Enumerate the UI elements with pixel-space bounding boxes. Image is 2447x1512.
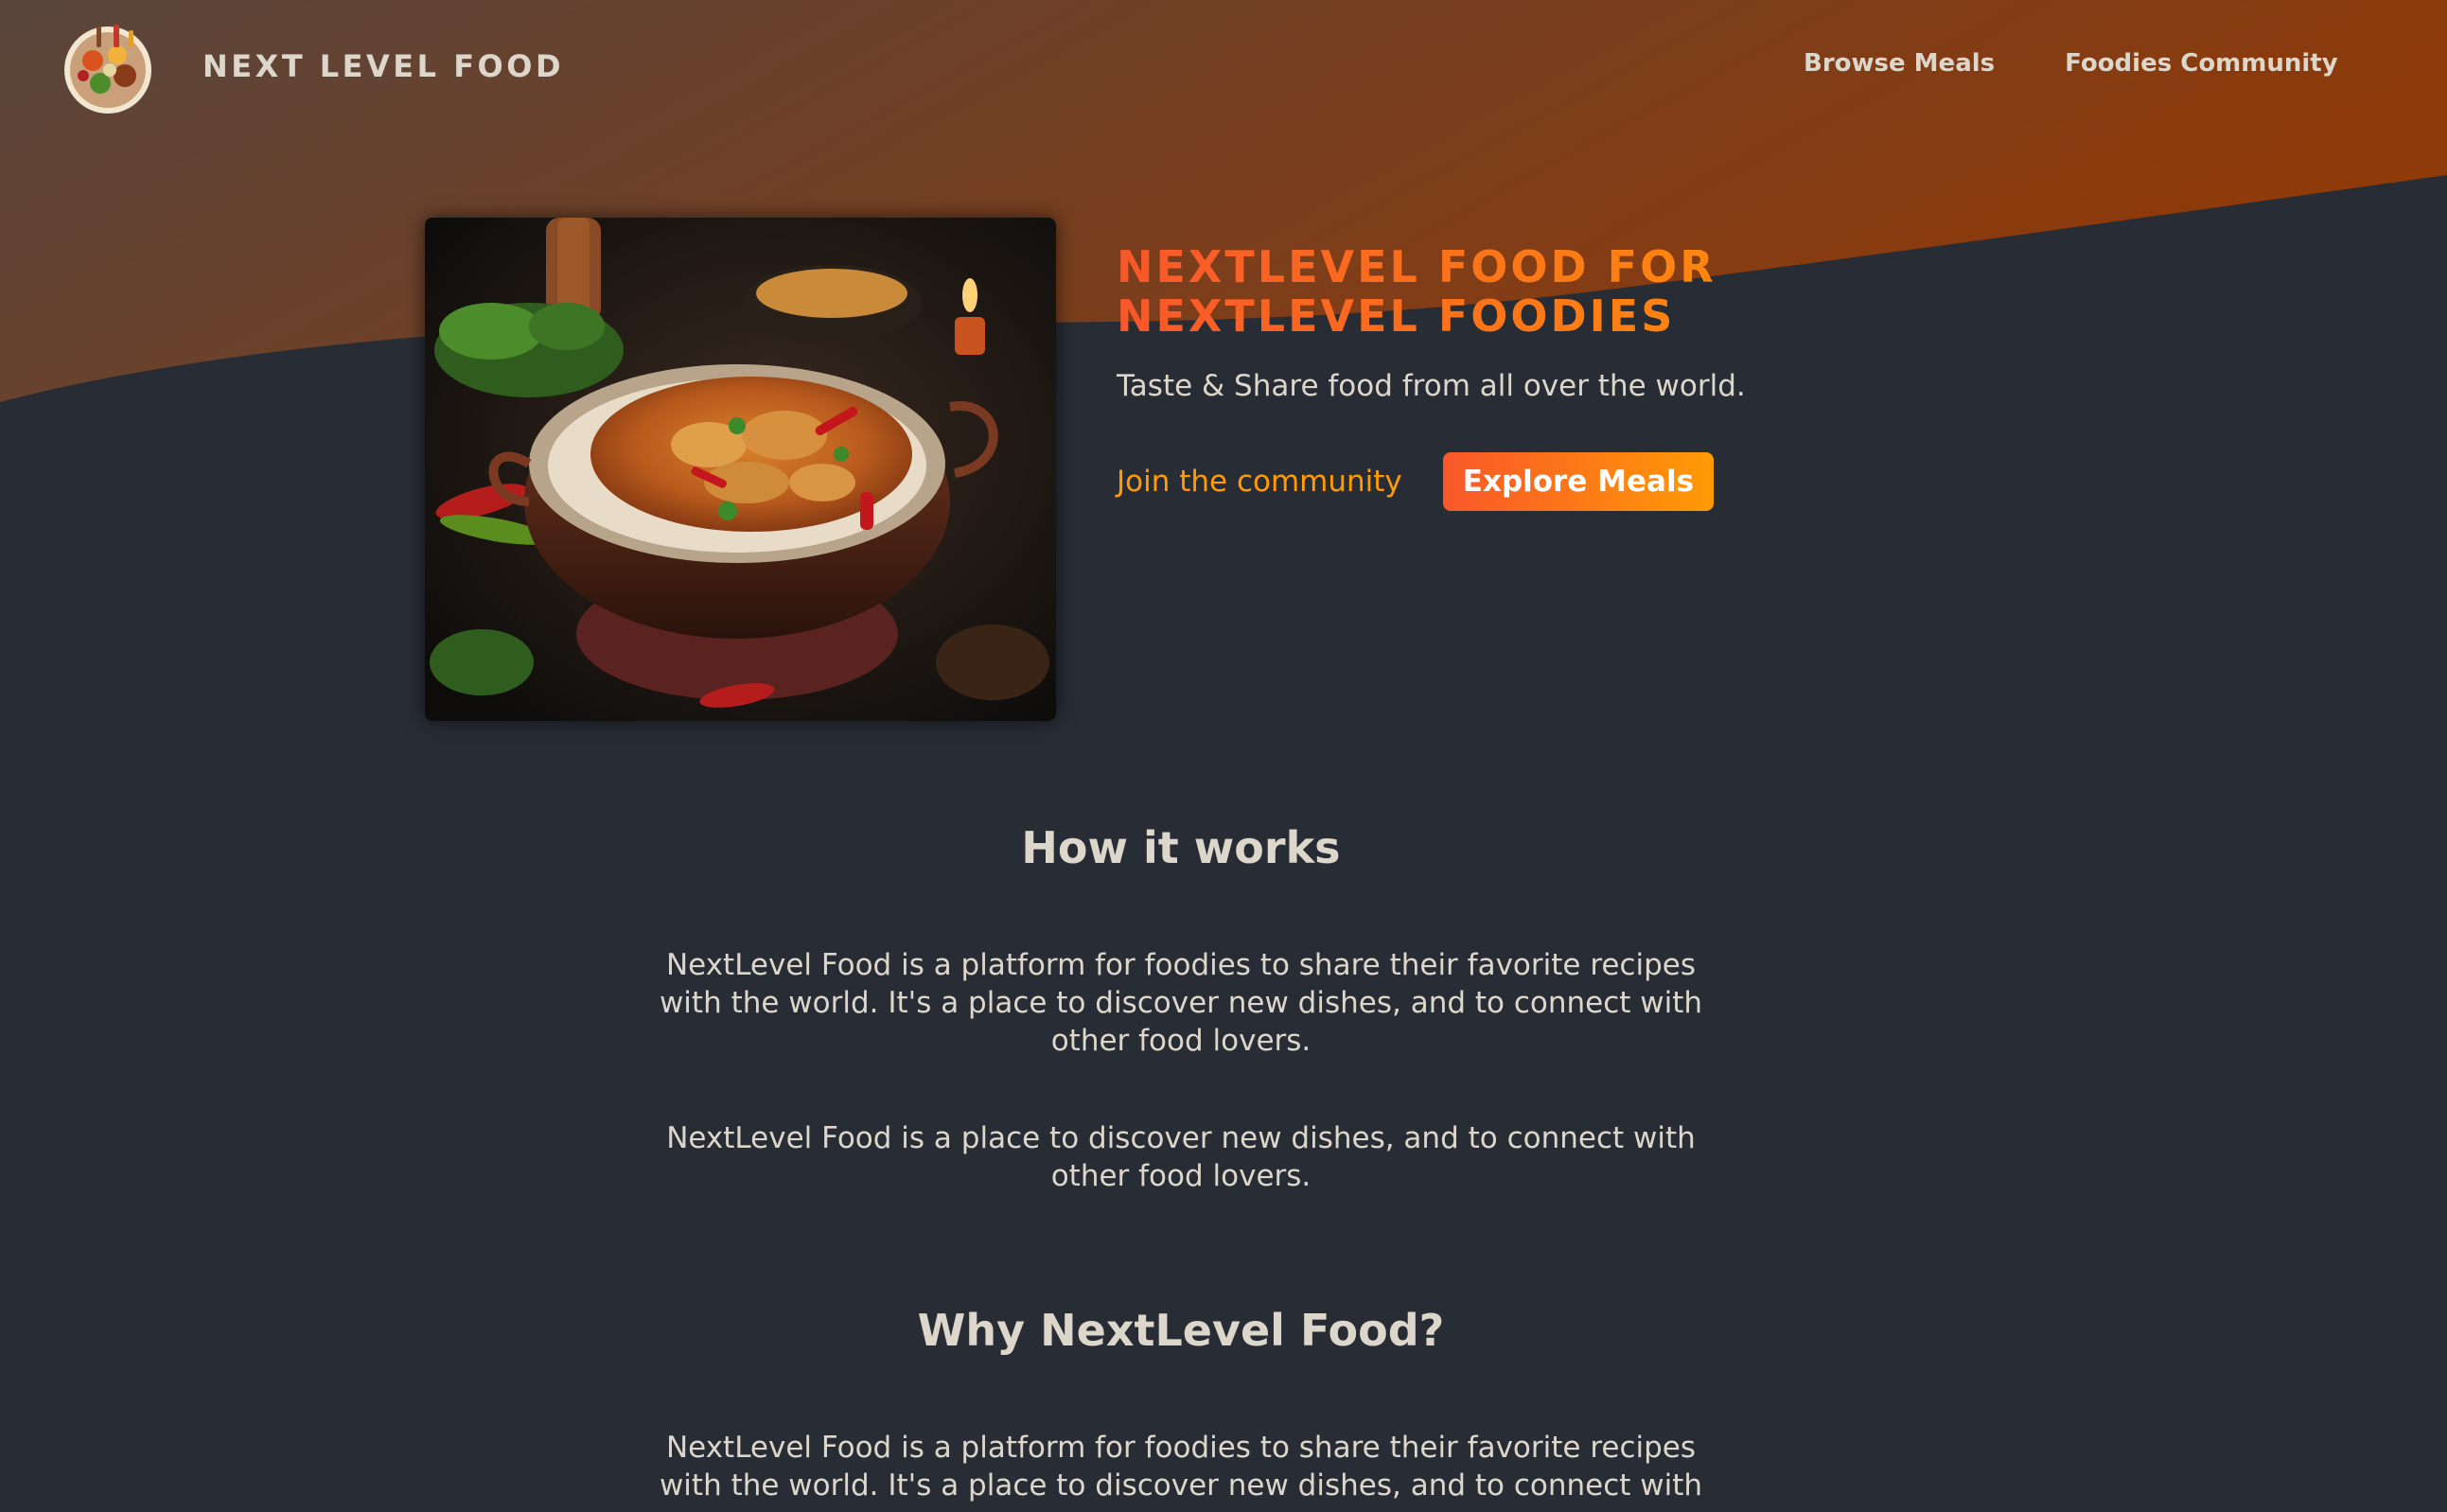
join-community-link[interactable]: Join the community	[1117, 465, 1402, 499]
why-nextlevel-section: Why NextLevel Food?	[656, 1304, 1706, 1357]
why-nextlevel-paragraph-wrap: NextLevel Food is a platform for foodies…	[656, 1429, 1706, 1504]
nav-foodies-community[interactable]: Foodies Community	[2065, 49, 2338, 78]
logo-link[interactable]: NEXT LEVEL FOOD	[59, 17, 564, 115]
plate-of-food-icon	[59, 17, 157, 115]
hero-title-line-2: NEXTLEVEL FOODIES	[1117, 290, 1676, 342]
main-nav: Browse Meals Foodies Community	[1804, 49, 2338, 78]
hero-title-line-1: NEXTLEVEL FOOD FOR	[1117, 241, 1716, 292]
section-paragraph: NextLevel Food is a platform for foodies…	[659, 948, 1703, 1058]
hero-subtitle: Taste & Share food from all over the wor…	[1117, 369, 1746, 403]
how-it-works-paragraph-wrap: NextLevel Food is a place to discover ne…	[656, 1119, 1706, 1195]
section-heading: Why NextLevel Food?	[917, 1305, 1445, 1356]
hero-section: NEXTLEVEL FOOD FOR NEXTLEVEL FOODIES Tas…	[1117, 242, 1968, 511]
explore-meals-button[interactable]: Explore Meals	[1442, 452, 1715, 511]
section-heading: How it works	[1021, 822, 1341, 873]
how-it-works-paragraph-wrap: NextLevel Food is a platform for foodies…	[656, 946, 1706, 1060]
hero-title: NEXTLEVEL FOOD FOR NEXTLEVEL FOODIES	[1117, 242, 1968, 341]
curry-dish-image	[425, 218, 1056, 721]
main-header: NEXT LEVEL FOOD Browse Meals Foodies Com…	[0, 0, 2447, 132]
hero-image	[425, 218, 1056, 721]
hero-cta-row: Join the community Explore Meals	[1117, 452, 1968, 511]
nav-browse-meals[interactable]: Browse Meals	[1804, 49, 1995, 78]
section-paragraph: NextLevel Food is a platform for foodies…	[659, 1431, 1703, 1503]
section-paragraph: NextLevel Food is a place to discover ne…	[666, 1121, 1696, 1193]
brand-name: NEXT LEVEL FOOD	[202, 48, 565, 84]
how-it-works-section: How it works	[656, 821, 1706, 874]
